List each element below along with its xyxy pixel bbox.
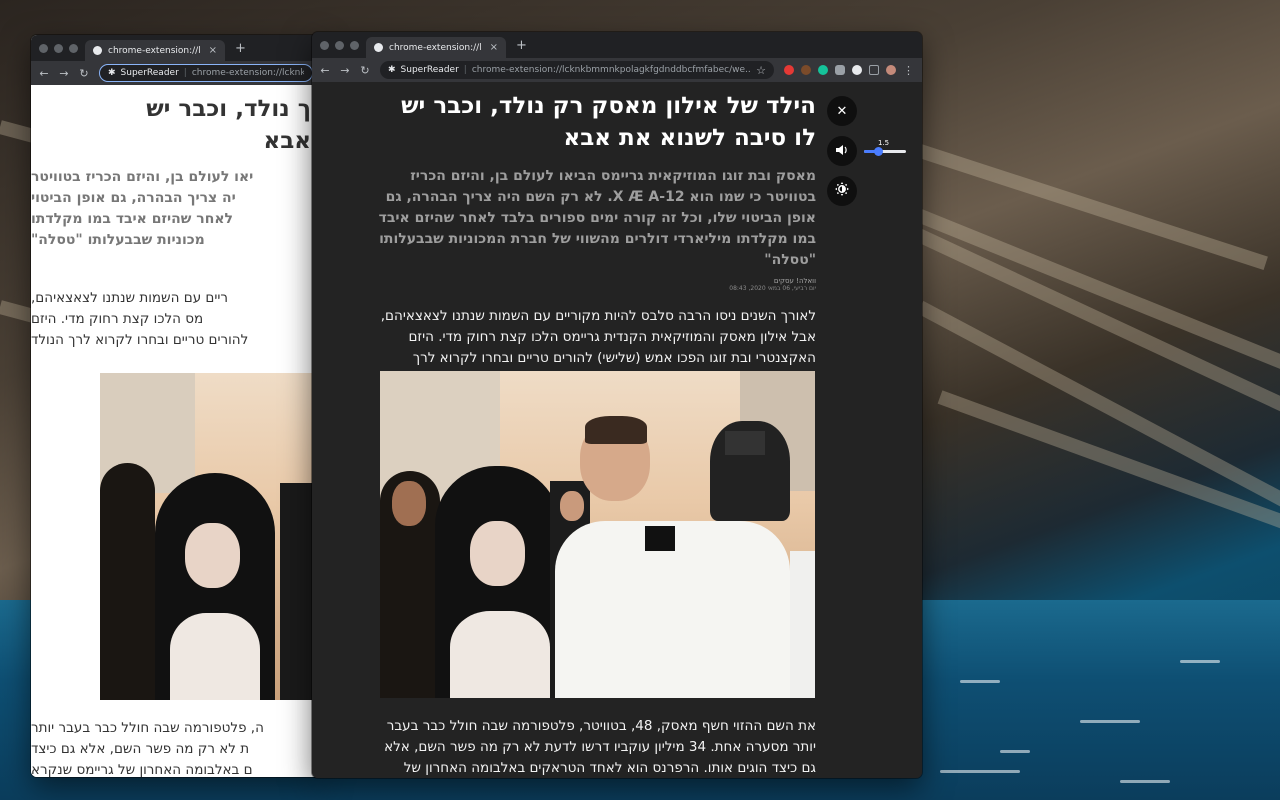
extension-chat-icon[interactable] (835, 65, 845, 75)
tab-close-icon[interactable]: × (209, 45, 217, 56)
text-to-speech-button[interactable] (827, 136, 857, 166)
forward-button[interactable]: → (59, 67, 69, 80)
back-button[interactable]: ← (320, 64, 330, 77)
lead-line: יה צריך הבהרה, גם אופן הביטוי (31, 190, 236, 206)
body-line: להורים טריים ובחרו לקרוא לרך הנולד (31, 332, 249, 348)
browser-window-light: chrome-extension://lcknkbmmr × + ← → ↻ ✱… (31, 35, 321, 777)
extension-icons: ⋮ (784, 64, 914, 77)
window-controls (320, 41, 359, 50)
article: הילד של אילון מאסק רק נולד, וכבר יש לו ס… (378, 90, 816, 390)
close-icon: ✕ (836, 103, 848, 119)
tab-bar: chrome-extension://lcknkbmmr × + (31, 35, 321, 61)
article-paragraph-2: את השם ההזוי חשף מאסק, 48, בטוויטר, פלטפ… (384, 718, 816, 776)
tab-title: chrome-extension://lcknkbmmn (389, 42, 482, 53)
forward-button[interactable]: → (340, 64, 350, 77)
lead-back: יאו לעולם בן, והיזם הכריז בטוויטר יה צרי… (31, 167, 311, 251)
body-line: ת לא רק מה פשר השם, אלא גם כיצד (31, 741, 250, 757)
speech-speed-slider-handle[interactable] (874, 147, 884, 156)
extension-white-icon[interactable] (852, 65, 862, 75)
address-bar[interactable]: ✱ SuperReader | chrome-extension://lcknk… (380, 61, 774, 79)
article-lead: מאסק ובת זוגו המוזיקאית גריימס הביאו לעו… (378, 168, 816, 268)
speaker-icon (835, 144, 849, 159)
lead-line: מכוניות שבבעלותו "טסלה" (31, 232, 205, 248)
new-tab-button[interactable]: + (235, 41, 246, 56)
address-bar[interactable]: ✱ SuperReader | chrome-extension://lcknk… (99, 64, 313, 82)
body-line: ה, פלטפורמה שבה חולל כבר בעבר יותר (31, 720, 264, 736)
extension-grammarly-icon[interactable] (818, 65, 828, 75)
window-controls (39, 44, 78, 53)
theme-toggle-button[interactable] (827, 176, 857, 206)
minimize-window-button[interactable] (335, 41, 344, 50)
reload-button[interactable]: ↻ (79, 67, 89, 80)
article-back: ך נולד, וכבר יש אבא (31, 93, 311, 157)
article-photo-back (100, 373, 320, 700)
article-meta: וואלה! עסקים יום רביעי, 06 במאי 2020, 08… (378, 277, 816, 292)
browser-toolbar: ← → ↻ ✱ SuperReader | chrome-extension:/… (312, 58, 922, 82)
puzzle-icon: ✱ (108, 68, 116, 78)
url-text: chrome-extension://lcknkbmmnk (191, 68, 304, 78)
browser-menu-icon[interactable]: ⋮ (903, 64, 914, 77)
speech-speed-value: 1.5 (878, 139, 890, 147)
omnibox-separator: | (183, 68, 187, 78)
puzzle-icon: ✱ (388, 65, 396, 75)
zoom-window-button[interactable] (350, 41, 359, 50)
reading-list-icon[interactable] (869, 65, 879, 75)
article-date: יום רביעי, 06 במאי 2020, 08:43 (729, 285, 816, 292)
extension-name: SuperReader (400, 65, 459, 75)
new-tab-button[interactable]: + (516, 38, 527, 53)
article-continued: את השם ההזוי חשף מאסק, 48, בטוויטר, פלטפ… (378, 716, 816, 778)
body-line: ם באלבומה האחרון של גריימס שנקרא (31, 762, 253, 777)
lead-line: לאחר שהיזם איבד במו מקלדתו (31, 211, 233, 227)
brightness-icon (835, 182, 849, 200)
tab-active[interactable]: chrome-extension://lcknkbmmr × (85, 40, 225, 61)
close-window-button[interactable] (320, 41, 329, 50)
profile-avatar-icon[interactable] (886, 65, 896, 75)
lead-line: יאו לעולם בן, והיזם הכריז בטוויטר (31, 169, 254, 185)
omnibox-separator: | (463, 65, 467, 75)
browser-window-dark: chrome-extension://lcknkbmmn × + ← → ↻ ✱… (312, 32, 922, 778)
close-window-button[interactable] (39, 44, 48, 53)
tab-close-icon[interactable]: × (490, 42, 498, 53)
tab-bar: chrome-extension://lcknkbmmn × + (312, 32, 922, 58)
page-favicon-icon (93, 46, 102, 55)
back-button[interactable]: ← (39, 67, 49, 80)
reader-page-light: ך נולד, וכבר יש אבא יאו לעולם בן, והיזם … (31, 85, 321, 777)
article-photo (380, 371, 815, 698)
tab-active[interactable]: chrome-extension://lcknkbmmn × (366, 37, 506, 58)
article-headline: הילד של אילון מאסק רק נולד, וכבר יש לו ס… (401, 93, 816, 151)
body-line: מס הלכו קצת רחוק מדי. היזם (31, 311, 204, 327)
extension-red-icon[interactable] (784, 65, 794, 75)
article-author: וואלה! עסקים (773, 277, 816, 285)
headline-line-2: אבא (263, 128, 311, 154)
tab-title: chrome-extension://lcknkbmmr (108, 45, 201, 56)
url-text: chrome-extension://lcknkbmmnkpolagkfgdnd… (471, 65, 752, 75)
close-reader-button[interactable]: ✕ (827, 96, 857, 126)
reload-button[interactable]: ↻ (360, 64, 370, 77)
bookmark-star-icon[interactable]: ☆ (756, 64, 766, 77)
extension-name: SuperReader (120, 68, 179, 78)
reader-page-dark: הילד של אילון מאסק רק נולד, וכבר יש לו ס… (312, 82, 922, 778)
zoom-window-button[interactable] (69, 44, 78, 53)
browser-toolbar: ← → ↻ ✱ SuperReader | chrome-extension:/… (31, 61, 321, 85)
extension-cookie-icon[interactable] (801, 65, 811, 75)
minimize-window-button[interactable] (54, 44, 63, 53)
headline-line-1: ך נולד, וכבר יש (146, 96, 311, 122)
paragraph-1-back: ריים עם השמות שנתנו לצאצאיהם, מס הלכו קצ… (31, 288, 311, 351)
body-line: ריים עם השמות שנתנו לצאצאיהם, (31, 290, 229, 306)
page-favicon-icon (374, 43, 383, 52)
paragraph-2-back: ה, פלטפורמה שבה חולל כבר בעבר יותר ת לא … (31, 718, 311, 777)
